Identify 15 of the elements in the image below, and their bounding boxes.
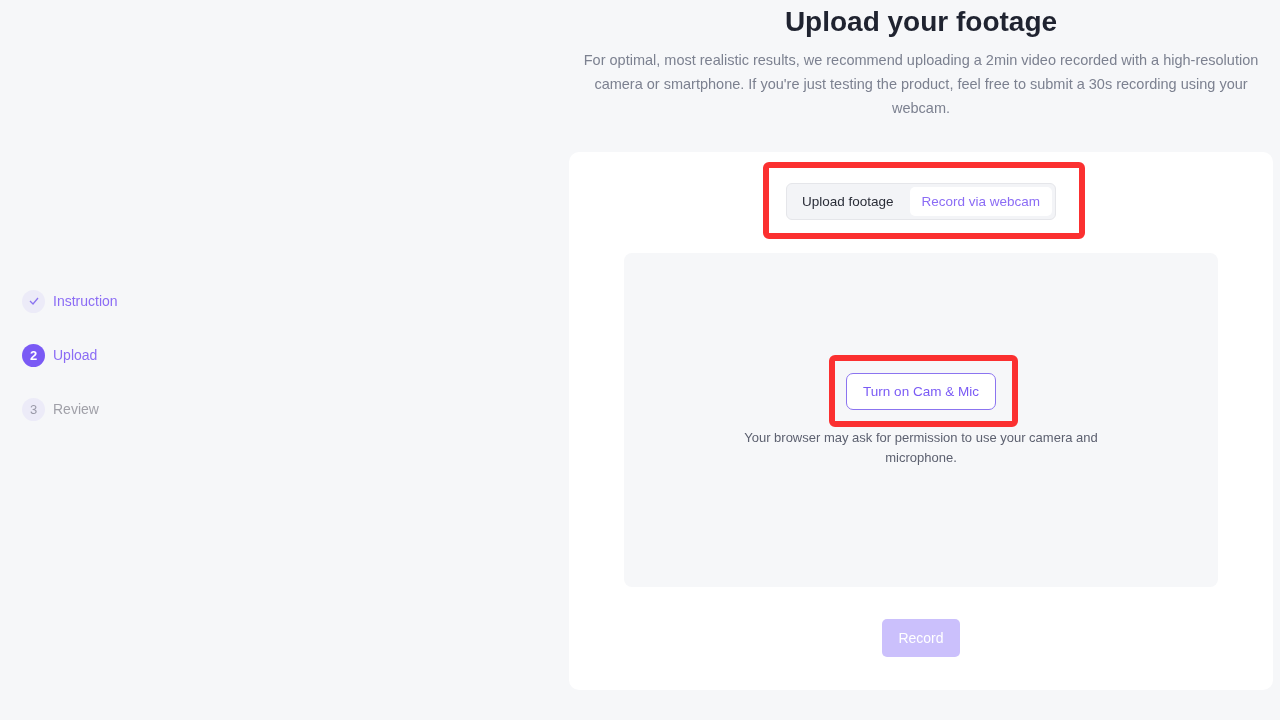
- step-item[interactable]: 3 Review: [22, 397, 99, 421]
- tab[interactable]: Upload footage: [789, 187, 906, 216]
- check-icon: [28, 297, 39, 305]
- step-label: Review: [53, 401, 99, 417]
- step-label: Upload: [53, 347, 98, 363]
- tab[interactable]: Record via webcam: [909, 187, 1053, 216]
- step-item[interactable]: 2 Upload: [22, 343, 98, 367]
- page-title: Upload your footage: [784, 6, 1058, 38]
- permission-note: Your browser may ask for permission to use your camera and microphone.: [743, 428, 1099, 467]
- step-label: Instruction: [53, 293, 118, 309]
- step-number: 3: [29, 401, 38, 417]
- description: For optimal, most realistic results, we recommend uploading a 2min video recorded with a high-resolution camera or smartphone. If you're just testing the product, feel free to submit a 30s recording using your webcam.: [582, 51, 1260, 118]
- camera-button[interactable]: Turn on Cam & Mic: [846, 372, 996, 410]
- step-number: 2: [29, 347, 38, 363]
- step-item[interactable]: Instruction: [22, 289, 118, 313]
